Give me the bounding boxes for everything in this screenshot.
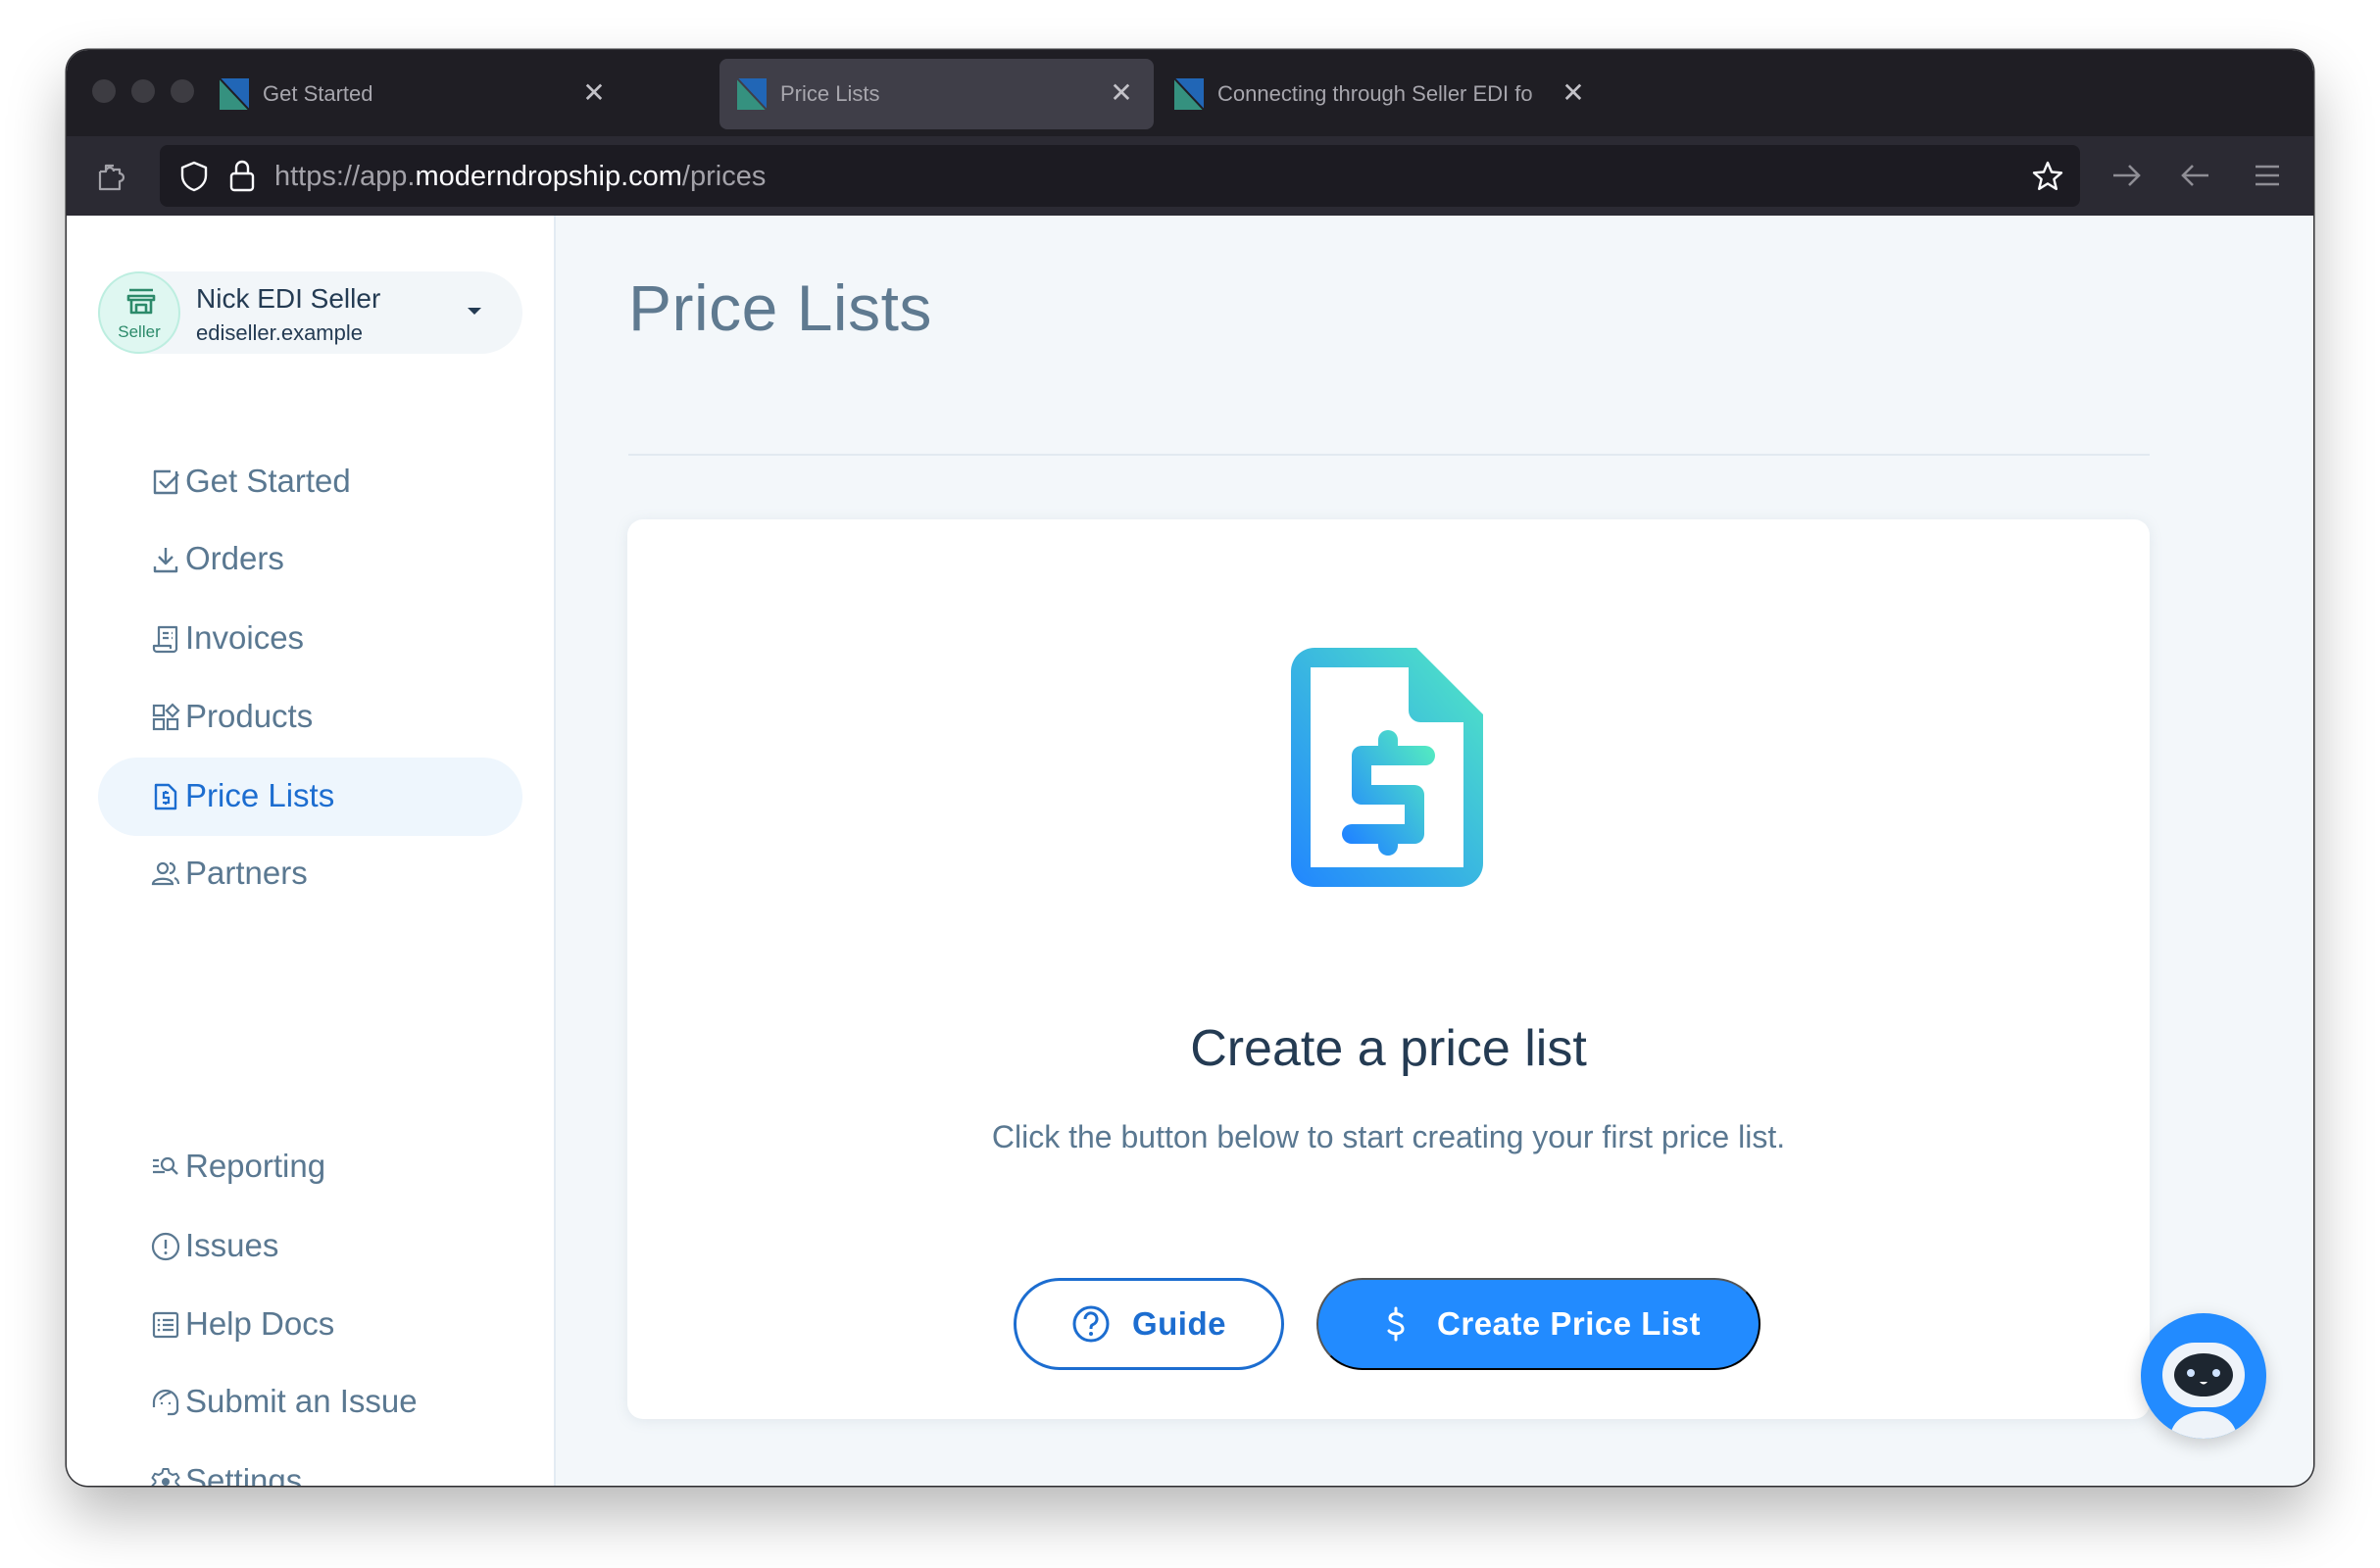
sidebar-item-issues[interactable]: Issues	[98, 1207, 522, 1286]
seller-badge: Seller	[98, 271, 180, 354]
receipt-icon	[152, 625, 178, 654]
sidebar-item-label: Settings	[185, 1462, 303, 1486]
account-name: Nick EDI Seller	[196, 283, 381, 314]
moderndropship-logo-icon	[220, 78, 249, 110]
sidebar: Seller Nick EDI Seller ediseller.example…	[67, 216, 556, 1486]
sidebar-item-label: Issues	[185, 1227, 279, 1263]
tab-title: Price Lists	[780, 81, 880, 106]
forward-arrow-icon[interactable]	[2109, 159, 2143, 192]
sidebar-item-products[interactable]: Products	[98, 678, 522, 757]
close-tab-icon[interactable]: ✕	[1107, 78, 1136, 108]
price-list-document-icon	[1291, 648, 1483, 887]
download-icon	[153, 548, 178, 573]
tab-strip: Get Started ✕ Price Lists ✕ Connecting t…	[67, 50, 2313, 136]
account-domain: ediseller.example	[196, 320, 363, 345]
sidebar-item-label: Submit an Issue	[185, 1383, 418, 1419]
create-price-list-button[interactable]: Create Price List	[1316, 1278, 1760, 1370]
create-price-list-label: Create Price List	[1437, 1305, 1701, 1342]
tab-title: Connecting through Seller EDI fo	[1217, 81, 1533, 106]
sidebar-item-reporting[interactable]: Reporting	[98, 1128, 522, 1206]
guide-button-label: Guide	[1131, 1305, 1226, 1342]
sidebar-item-label: Partners	[185, 855, 308, 891]
gear-icon	[151, 1468, 180, 1486]
close-tab-icon[interactable]: ✕	[1559, 78, 1588, 108]
sidebar-item-label: Orders	[185, 540, 284, 576]
support-agent-icon	[152, 1389, 179, 1416]
url-prefix: https://app.	[274, 161, 416, 192]
report-search-icon	[153, 1156, 178, 1175]
sidebar-item-settings[interactable]: Settings	[98, 1443, 522, 1486]
sidebar-item-label: Help Docs	[185, 1305, 335, 1342]
bookmark-star-icon[interactable]	[2031, 160, 2064, 193]
url-text[interactable]: https://app.moderndropship.com/prices	[274, 161, 766, 193]
tracking-protection-shield-icon[interactable]	[179, 161, 209, 192]
address-bar[interactable]: https://app.moderndropship.com/prices	[160, 145, 2080, 207]
zoom-window-button[interactable]	[171, 79, 194, 103]
sidebar-item-partners[interactable]: Partners	[98, 835, 522, 913]
moderndropship-logo-icon	[1174, 78, 1204, 110]
question-circle-icon	[1072, 1305, 1110, 1343]
sidebar-item-submit-issue[interactable]: Submit an Issue	[98, 1363, 522, 1442]
sidebar-item-label: Products	[185, 698, 314, 734]
lock-icon[interactable]	[228, 159, 256, 192]
price-file-icon	[154, 783, 177, 810]
window-controls	[92, 79, 194, 103]
extensions-icon[interactable]	[96, 158, 129, 193]
navigation-toolbar: https://app.moderndropship.com/prices	[67, 136, 2313, 216]
main-content: Price Lists Create a price list Click th…	[556, 216, 2313, 1486]
dollar-icon	[1387, 1306, 1405, 1342]
url-path: /prices	[681, 161, 767, 192]
users-icon	[151, 861, 180, 886]
checkbox-icon	[153, 469, 179, 495]
menu-hamburger-icon[interactable]	[2251, 159, 2284, 192]
sidebar-item-label: Invoices	[185, 619, 305, 656]
tab-price-lists[interactable]: Price Lists ✕	[719, 59, 1154, 129]
title-divider	[628, 454, 2150, 456]
back-arrow-icon[interactable]	[2179, 159, 2212, 192]
empty-state-description: Click the button below to start creating…	[991, 1119, 1786, 1154]
empty-state-title: Create a price list	[1190, 1020, 1587, 1077]
caret-down-icon[interactable]	[468, 308, 481, 315]
sidebar-item-help-docs[interactable]: Help Docs	[98, 1286, 522, 1364]
sidebar-item-price-lists[interactable]: Price Lists	[98, 758, 522, 836]
browser-window: Get Started ✕ Price Lists ✕ Connecting t…	[67, 50, 2313, 1486]
empty-state-card: Create a price list Click the button bel…	[627, 519, 2150, 1419]
close-window-button[interactable]	[92, 79, 116, 103]
url-domain: moderndropship.com	[415, 161, 682, 192]
alert-circle-icon	[151, 1232, 180, 1261]
sidebar-item-label: Reporting	[185, 1148, 326, 1184]
tab-title: Get Started	[263, 81, 373, 106]
sidebar-item-orders[interactable]: Orders	[98, 520, 522, 599]
page-title: Price Lists	[628, 271, 932, 344]
sidebar-item-invoices[interactable]: Invoices	[98, 600, 522, 678]
minimize-window-button[interactable]	[131, 79, 155, 103]
guide-button[interactable]: Guide	[1014, 1278, 1284, 1370]
badge-label: Seller	[118, 322, 161, 341]
shapes-icon	[152, 703, 180, 731]
moderndropship-logo-icon	[737, 78, 767, 110]
sidebar-item-get-started[interactable]: Get Started	[98, 443, 522, 521]
storefront-icon	[126, 288, 156, 315]
robot-avatar-icon	[2162, 1343, 2245, 1439]
sidebar-item-label: Get Started	[185, 463, 351, 499]
list-doc-icon	[152, 1311, 179, 1339]
tab-get-started[interactable]: Get Started ✕	[202, 59, 626, 129]
close-tab-icon[interactable]: ✕	[579, 78, 609, 108]
account-switcher[interactable]: Seller Nick EDI Seller ediseller.example	[98, 271, 522, 354]
sidebar-item-label: Price Lists	[185, 777, 335, 813]
tab-seller-edi-docs[interactable]: Connecting through Seller EDI fo ✕	[1157, 59, 1585, 129]
chatbot-launcher[interactable]	[2141, 1313, 2266, 1439]
